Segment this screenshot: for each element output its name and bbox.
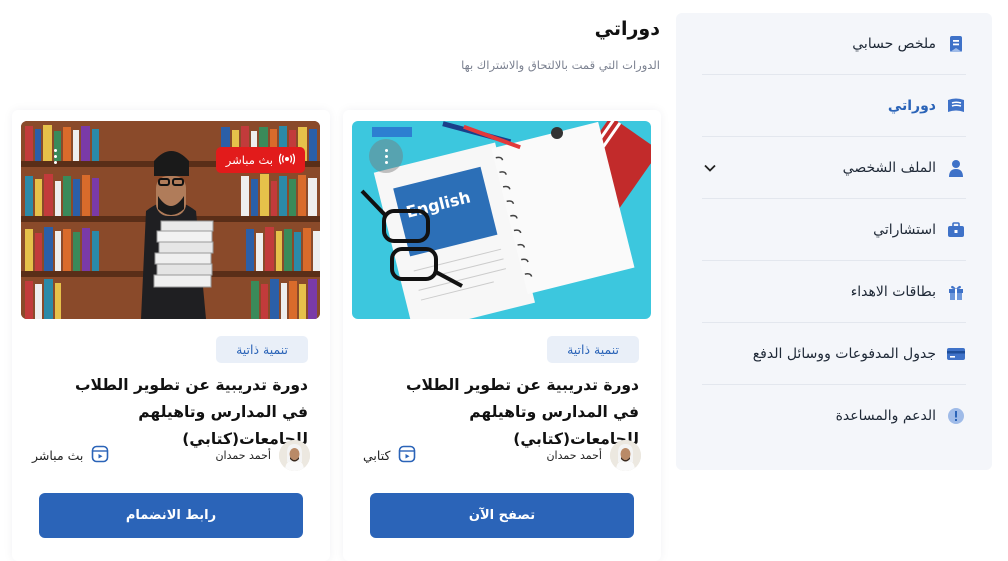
avatar [279,439,310,471]
live-badge: بث مباشر [215,147,305,173]
category-tag: تنمية ذاتية [547,336,639,363]
card-menu-button[interactable] [369,139,403,173]
sidebar-item-my-courses[interactable]: دوراتي [702,75,966,137]
browse-now-button[interactable]: تصفح الآن [370,493,634,538]
author-name: أحمد حمدان [215,448,271,462]
sidebar-item-label: دوراتي [887,97,936,114]
sidebar-item-label: جدول المدفوعات ووسائل الدفع [752,345,936,362]
sidebar-item-label: الدعم والمساعدة [835,408,936,424]
sidebar-item-label: بطاقات الاهداء [850,283,936,300]
sidebar: ملخص حسابي دوراتي الملف الشخصي استشاراتي… [676,13,992,470]
course-thumbnail[interactable]: English [352,121,651,319]
avatar [610,439,641,471]
gift-icon [946,282,966,302]
video-icon [91,445,109,466]
card-menu-button[interactable] [38,139,72,173]
sidebar-item-gift-cards[interactable]: بطاقات الاهداء [702,261,966,323]
mode-label: كتابي [363,447,391,463]
course-mode: بث مباشر [32,445,109,466]
sidebar-item-consultations[interactable]: استشاراتي [702,199,966,261]
courses-icon [946,96,966,116]
chevron-down-icon[interactable] [702,160,718,176]
join-link-button[interactable]: رابط الانضمام [39,493,303,538]
sidebar-item-label: الملف الشخصي [842,159,936,176]
course-card[interactable]: English تنمية ذاتية دورة تدريبية عن تطوي… [343,110,661,561]
summary-icon [946,34,966,54]
sidebar-item-label: ملخص حسابي [852,35,936,52]
sidebar-item-account-summary[interactable]: ملخص حسابي [702,13,966,75]
page-subtitle: الدورات التي قمت بالالتحاق والاشتراك بها [461,58,660,72]
course-card[interactable]: بث مباشر تنمية ذاتية دورة تدريبية عن تطو… [12,110,330,561]
sidebar-item-payments[interactable]: جدول المدفوعات ووسائل الدفع [702,323,966,385]
sidebar-item-support[interactable]: الدعم والمساعدة [702,385,966,447]
briefcase-icon [946,220,966,240]
mode-label: بث مباشر [32,447,84,463]
user-icon [946,158,966,178]
live-badge-label: بث مباشر [225,153,273,167]
video-icon [398,445,416,466]
sidebar-item-profile[interactable]: الملف الشخصي [702,137,966,199]
card-icon [946,344,966,364]
course-thumbnail[interactable]: بث مباشر [21,121,320,319]
page-title: دوراتي [594,18,660,40]
course-mode: كتابي [363,445,416,466]
author-name: أحمد حمدان [546,448,602,462]
category-tag: تنمية ذاتية [216,336,308,363]
course-author: أحمد حمدان [215,439,310,471]
info-icon [946,406,966,426]
sidebar-item-label: استشاراتي [873,221,936,238]
broadcast-icon [278,152,296,168]
course-author: أحمد حمدان [546,439,641,471]
